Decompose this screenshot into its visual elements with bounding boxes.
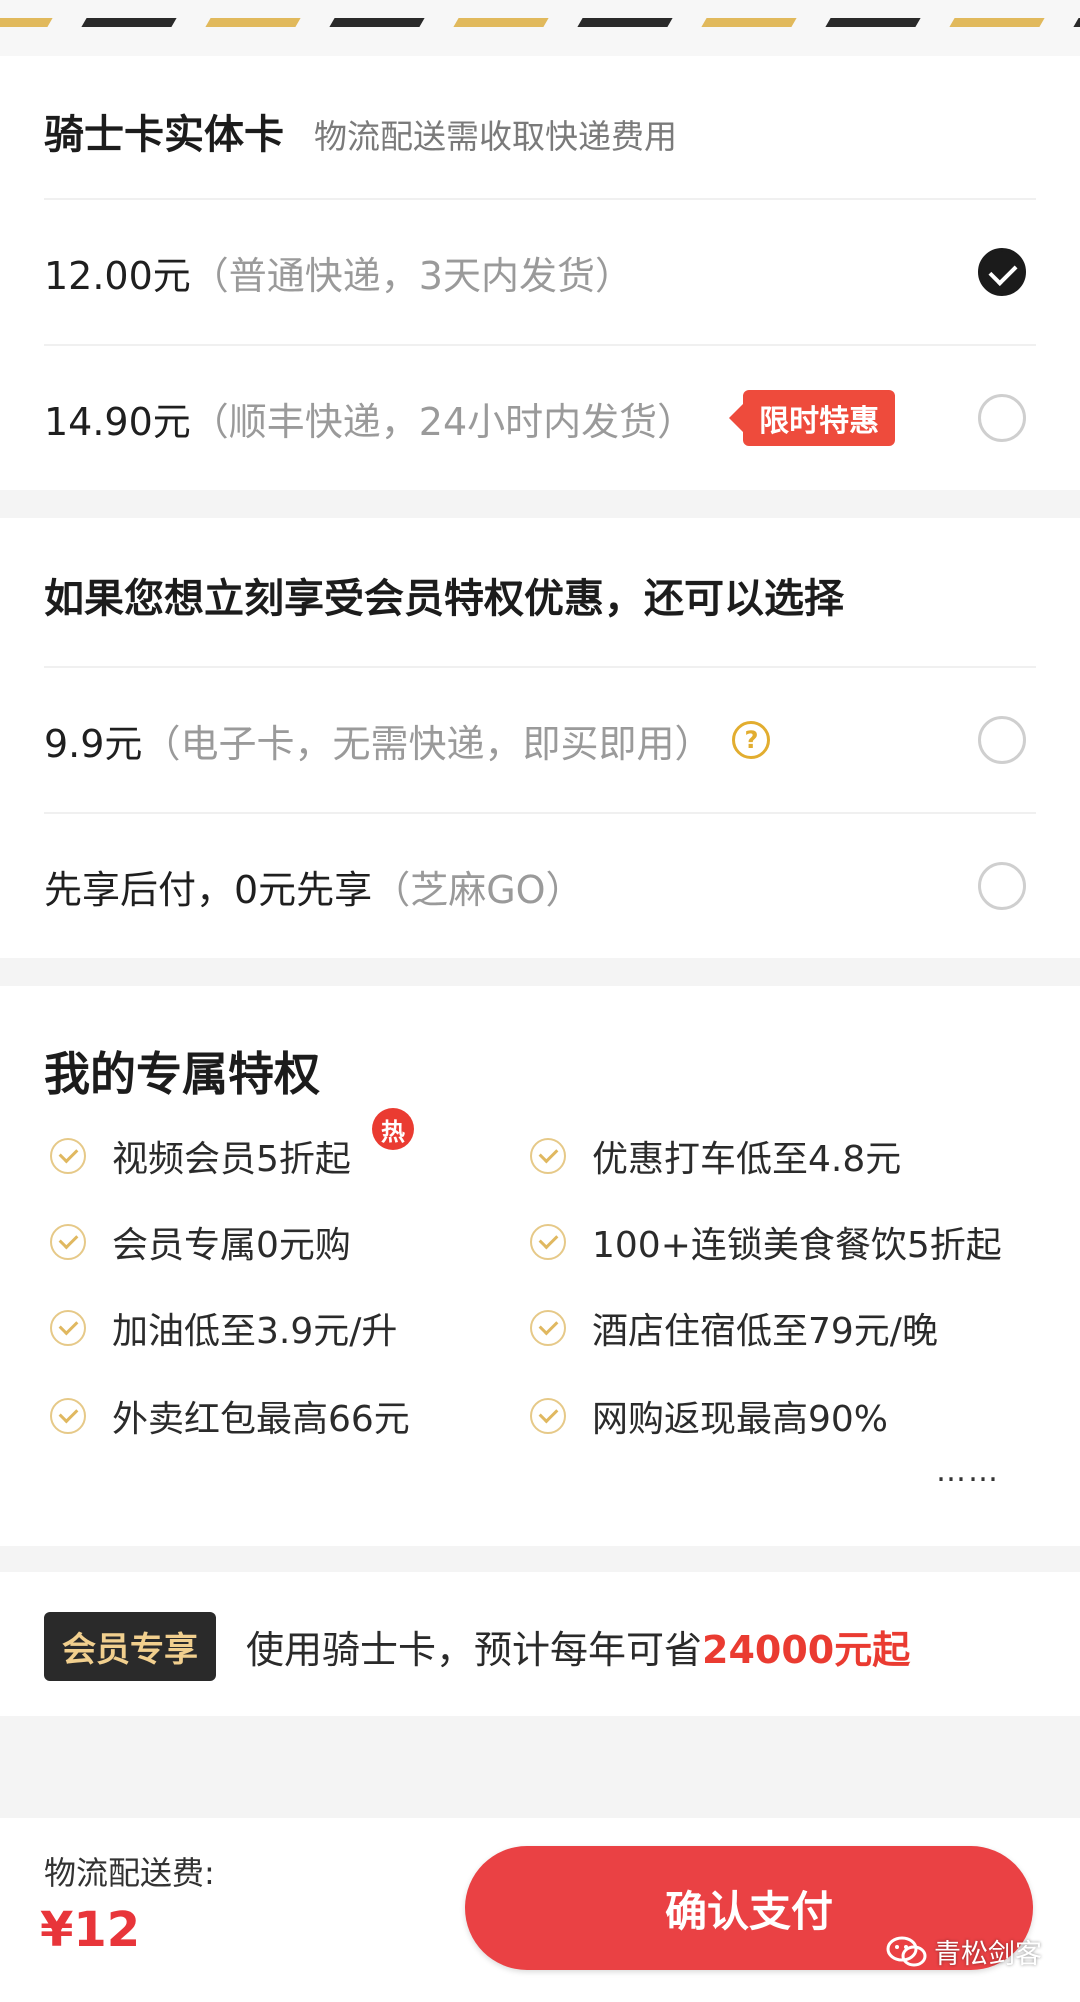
- option-price: 先享后付，0元先享: [44, 867, 373, 912]
- check-circle-icon: [50, 1224, 86, 1260]
- stripe-dash: [81, 18, 177, 27]
- privilege-item: 加油低至3.9元/升: [50, 1302, 397, 1354]
- privilege-label: 优惠打车低至4.8元: [592, 1139, 902, 1180]
- question-icon[interactable]: ?: [732, 721, 771, 759]
- alternative-option-paylater[interactable]: 先享后付，0元先享 （芝麻GO）: [44, 812, 1036, 958]
- option-desc: （电子卡，无需快递，即买即用）: [142, 721, 713, 766]
- privilege-label: 会员专属0元购: [112, 1225, 351, 1266]
- privilege-item: 100+连锁美食餐饮5折起: [530, 1216, 1002, 1268]
- member-badge: 会员专享: [44, 1612, 216, 1681]
- fee-value: ¥12: [40, 1902, 141, 1958]
- stripe-dash: [453, 18, 549, 27]
- option-price: 14.90元: [44, 399, 191, 444]
- check-circle-icon: [530, 1398, 566, 1434]
- delivery-card: 骑士卡实体卡 物流配送需收取快递费用 12.00元 （普通快递，3天内发货） 1…: [0, 56, 1080, 490]
- check-circle-icon: [50, 1310, 86, 1346]
- check-circle-icon: [530, 1310, 566, 1346]
- option-desc: （顺丰快递，24小时内发货）: [190, 399, 696, 444]
- privilege-label: 视频会员5折起: [112, 1139, 351, 1180]
- radio-selected[interactable]: [978, 248, 1026, 296]
- privilege-label: 100+连锁美食餐饮5折起: [592, 1225, 1002, 1266]
- stripe-dash: [329, 18, 425, 27]
- alternative-option-ecard[interactable]: 9.9元 （电子卡，无需快递，即买即用） ?: [44, 666, 1036, 812]
- limited-offer-badge: 限时特惠: [729, 390, 896, 446]
- radio-unselected[interactable]: [978, 862, 1026, 910]
- option-desc: （普通快递，3天内发货）: [190, 253, 633, 298]
- member-savings-row: 会员专享 使用骑士卡，预计每年可省 24000元起: [44, 1612, 910, 1681]
- fee-label: 物流配送费:: [44, 1854, 215, 1892]
- delivery-header: 骑士卡实体卡 物流配送需收取快递费用: [44, 102, 677, 160]
- delivery-subtitle: 物流配送需收取快递费用: [314, 117, 677, 156]
- stripe-dash: [949, 18, 1045, 27]
- watermark-text: 青松剑客: [934, 1939, 1042, 1970]
- privilege-label: 网购返现最高90%: [592, 1399, 889, 1440]
- privileges-title: 我的专属特权: [44, 1047, 320, 1101]
- privilege-label: 加油低至3.9元/升: [112, 1311, 398, 1352]
- check-circle-icon: [50, 1398, 86, 1434]
- check-circle-icon: [530, 1138, 566, 1174]
- stripe-dash: [0, 18, 53, 27]
- radio-unselected[interactable]: [978, 394, 1026, 442]
- privilege-label: 酒店住宿低至79元/晚: [592, 1311, 938, 1352]
- stripe-dash: [701, 18, 797, 27]
- privilege-item: 优惠打车低至4.8元: [530, 1130, 901, 1182]
- privilege-item: 视频会员5折起: [50, 1130, 351, 1182]
- delivery-title: 骑士卡实体卡: [44, 112, 284, 158]
- alternative-card: 如果您想立刻享受会员特权优惠，还可以选择 9.9元 （电子卡，无需快递，即买即用…: [0, 518, 1080, 958]
- watermark: 青松剑客: [886, 1932, 1042, 1971]
- wechat-icon: [886, 1936, 927, 1966]
- privilege-item: 网购返现最高90%: [530, 1390, 888, 1442]
- member-savings-card: 会员专享 使用骑士卡，预计每年可省 24000元起: [0, 1572, 1080, 1716]
- alternative-title: 如果您想立刻享受会员特权优惠，还可以选择: [44, 576, 844, 622]
- radio-unselected[interactable]: [978, 716, 1026, 764]
- more-indicator[interactable]: ……: [936, 1454, 1000, 1489]
- stripe-dash: [577, 18, 673, 27]
- option-price: 9.9元: [44, 721, 143, 766]
- option-desc: （芝麻GO）: [372, 867, 584, 912]
- check-circle-icon: [530, 1224, 566, 1260]
- savings-highlight: 24000元起: [702, 1628, 911, 1672]
- privilege-item: 酒店住宿低至79元/晚: [530, 1302, 938, 1354]
- confirm-pay-label: 确认支付: [664, 1886, 833, 1936]
- stripe-dash: [205, 18, 301, 27]
- privilege-item: 会员专属0元购: [50, 1216, 351, 1268]
- decorative-stripe: [0, 0, 1080, 56]
- stripe-dash: [825, 18, 921, 27]
- delivery-option-express[interactable]: 14.90元 （顺丰快递，24小时内发货） 限时特惠: [44, 344, 1036, 490]
- privileges-card: 我的专属特权 视频会员5折起 热 优惠打车低至4.8元 会员专属0元购 100+…: [0, 986, 1080, 1546]
- delivery-option-standard[interactable]: 12.00元 （普通快递，3天内发货）: [44, 198, 1036, 344]
- check-circle-icon: [50, 1138, 86, 1174]
- savings-text: 使用骑士卡，预计每年可省: [246, 1628, 703, 1672]
- option-price: 12.00元: [44, 253, 191, 298]
- hot-badge: 热: [372, 1108, 414, 1150]
- stripe-dash: [1073, 18, 1080, 27]
- privilege-label: 外卖红包最高66元: [112, 1399, 410, 1440]
- privilege-item: 外卖红包最高66元: [50, 1390, 410, 1442]
